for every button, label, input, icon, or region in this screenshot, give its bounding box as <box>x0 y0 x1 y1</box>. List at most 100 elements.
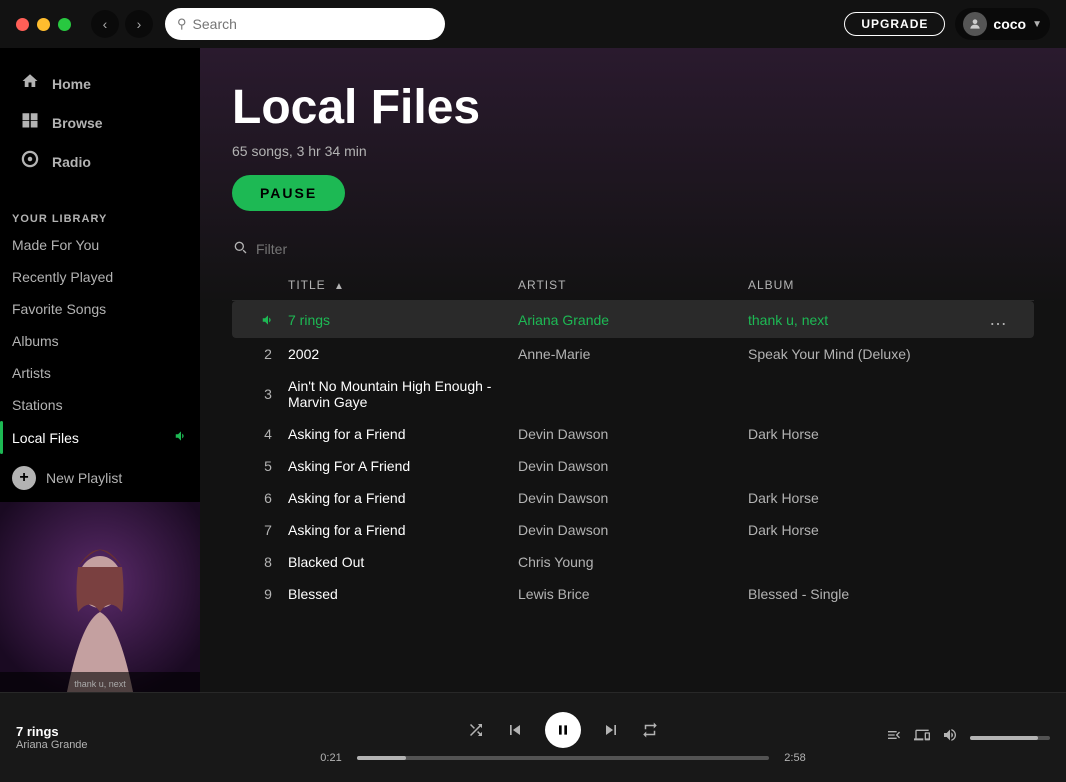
upgrade-button[interactable]: UPGRADE <box>844 12 945 36</box>
track-number: 6 <box>248 490 288 506</box>
track-title: Asking for a Friend <box>288 426 518 442</box>
track-number: 4 <box>248 426 288 442</box>
track-title: Asking for a Friend <box>288 490 518 506</box>
shuffle-button[interactable] <box>467 721 485 739</box>
track-table-header: TITLE ▲ ARTIST ALBUM <box>232 270 1034 301</box>
player-right <box>830 727 1050 748</box>
table-row[interactable]: 22002Anne-MarieSpeak Your Mind (Deluxe) <box>232 338 1034 370</box>
track-album: Blessed - Single <box>748 586 978 602</box>
library-section-label: YOUR LIBRARY <box>0 197 200 229</box>
home-icon <box>20 72 40 95</box>
sidebar-item-stations[interactable]: Stations <box>0 389 200 421</box>
track-number: 8 <box>248 554 288 570</box>
track-album: Speak Your Mind (Deluxe) <box>748 346 978 362</box>
sidebar-label-made-for-you: Made For You <box>12 237 99 253</box>
track-filter <box>232 227 1034 270</box>
progress-fill <box>357 756 406 760</box>
next-button[interactable] <box>601 720 621 740</box>
col-header-title: TITLE ▲ <box>288 278 518 292</box>
col-header-num <box>248 278 288 292</box>
user-menu-button[interactable]: coco ▼ <box>955 8 1050 40</box>
track-more-button[interactable]: … <box>978 309 1018 330</box>
track-number <box>248 313 288 327</box>
page-meta: 65 songs, 3 hr 34 min <box>232 143 1034 159</box>
volume-bar[interactable] <box>970 736 1050 740</box>
sidebar-label-stations: Stations <box>12 397 63 413</box>
active-indicator <box>0 421 3 454</box>
track-title: Ain't No Mountain High Enough - Marvin G… <box>288 378 518 410</box>
track-title: Asking for a Friend <box>288 522 518 538</box>
close-button[interactable] <box>16 18 29 31</box>
sidebar-label-local-files: Local Files <box>12 430 79 446</box>
main-layout: Home Browse Radio YOUR LIBRARY Made For … <box>0 48 1066 692</box>
track-artist: Ariana Grande <box>518 312 748 328</box>
user-name: coco <box>993 16 1026 32</box>
col-header-artist: ARTIST <box>518 278 748 292</box>
back-button[interactable]: ‹ <box>91 10 119 38</box>
sidebar-item-local-files[interactable]: Local Files <box>0 421 200 454</box>
table-row[interactable]: 7 ringsAriana Grandethank u, next… <box>232 301 1034 338</box>
player-center: 0:21 2:58 <box>296 712 830 764</box>
search-bar[interactable]: ⚲ <box>165 8 445 40</box>
track-title: 2002 <box>288 346 518 362</box>
devices-button[interactable] <box>914 727 930 748</box>
sidebar-label-home: Home <box>52 76 91 92</box>
table-row[interactable]: 5Asking For A FriendDevin Dawson <box>232 450 1034 482</box>
content-header: Local Files 65 songs, 3 hr 34 min PAUSE <box>200 48 1066 227</box>
filter-search-icon <box>232 239 248 258</box>
sidebar-item-radio[interactable]: Radio <box>8 142 192 181</box>
track-number: 3 <box>248 386 288 402</box>
sidebar-item-albums[interactable]: Albums <box>0 325 200 357</box>
previous-button[interactable] <box>505 720 525 740</box>
table-row[interactable]: 6Asking for a FriendDevin DawsonDark Hor… <box>232 482 1034 514</box>
table-row[interactable]: 4Asking for a FriendDevin DawsonDark Hor… <box>232 418 1034 450</box>
avatar <box>963 12 987 36</box>
new-playlist-button[interactable]: + New Playlist <box>0 454 200 502</box>
sidebar-item-artists[interactable]: Artists <box>0 357 200 389</box>
search-input[interactable] <box>193 16 413 32</box>
track-number: 5 <box>248 458 288 474</box>
track-artist: Anne-Marie <box>518 346 748 362</box>
progress-bar[interactable] <box>357 756 769 760</box>
search-icon: ⚲ <box>177 16 187 32</box>
sort-icon: ▲ <box>334 281 345 292</box>
sidebar-item-favorite-songs[interactable]: Favorite Songs <box>0 293 200 325</box>
minimize-button[interactable] <box>37 18 50 31</box>
page-title: Local Files <box>232 80 1034 135</box>
table-row[interactable]: 9BlessedLewis BriceBlessed - Single <box>232 578 1034 610</box>
window-controls <box>16 18 71 31</box>
sidebar-item-made-for-you[interactable]: Made For You <box>0 229 200 261</box>
forward-button[interactable]: › <box>125 10 153 38</box>
track-artist: Lewis Brice <box>518 586 748 602</box>
volume-fill <box>970 736 1038 740</box>
nav-arrows: ‹ › <box>91 10 153 38</box>
track-list: 7 ringsAriana Grandethank u, next…22002A… <box>232 301 1034 610</box>
track-title: 7 rings <box>288 312 518 328</box>
table-row[interactable]: 8Blacked OutChris Young <box>232 546 1034 578</box>
sidebar-item-browse[interactable]: Browse <box>8 103 192 142</box>
now-playing-icon <box>174 429 188 446</box>
maximize-button[interactable] <box>58 18 71 31</box>
queue-button[interactable] <box>886 727 902 748</box>
chevron-down-icon: ▼ <box>1032 19 1042 30</box>
current-time: 0:21 <box>313 752 349 764</box>
svg-text:thank u, next: thank u, next <box>74 679 126 689</box>
main-content: Local Files 65 songs, 3 hr 34 min PAUSE … <box>200 48 1066 692</box>
table-row[interactable]: 3Ain't No Mountain High Enough - Marvin … <box>232 370 1034 418</box>
track-artist: Chris Young <box>518 554 748 570</box>
player-track-name: 7 rings <box>16 724 88 739</box>
sidebar-item-home[interactable]: Home <box>8 64 192 103</box>
top-right-controls: UPGRADE coco ▼ <box>844 8 1050 40</box>
volume-button[interactable] <box>942 727 958 748</box>
play-pause-button[interactable] <box>545 712 581 748</box>
repeat-button[interactable] <box>641 721 659 739</box>
table-row[interactable]: 7Asking for a FriendDevin DawsonDark Hor… <box>232 514 1034 546</box>
pause-button[interactable]: PAUSE <box>232 175 345 211</box>
add-icon: + <box>12 466 36 490</box>
track-number: 2 <box>248 346 288 362</box>
player-left: 7 rings Ariana Grande <box>16 724 296 751</box>
track-title: Blacked Out <box>288 554 518 570</box>
filter-input[interactable] <box>256 241 456 257</box>
col-header-more <box>978 278 1018 292</box>
sidebar-item-recently-played[interactable]: Recently Played <box>0 261 200 293</box>
